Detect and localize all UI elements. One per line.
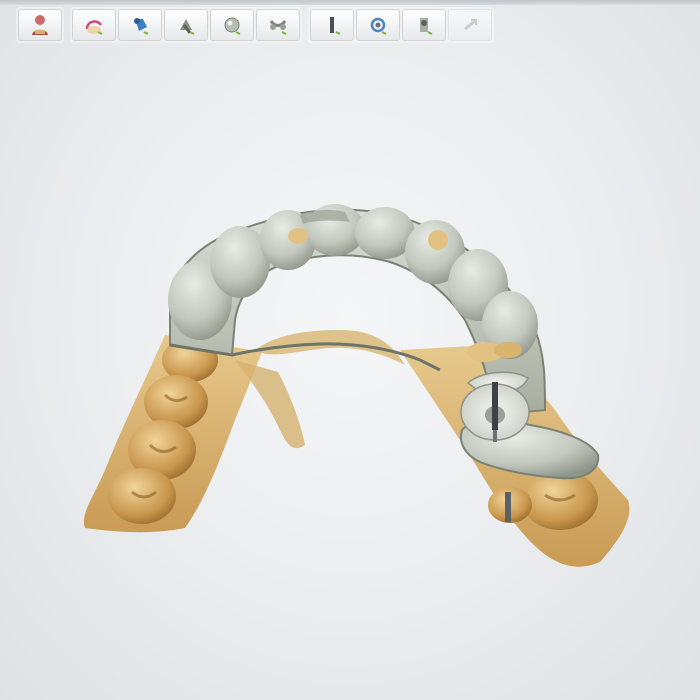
connector-icon bbox=[269, 20, 287, 35]
toolbar bbox=[16, 7, 494, 43]
toolbar-group-design bbox=[70, 7, 302, 43]
toolbar-group-patient bbox=[16, 7, 64, 43]
sculpt-ball-button[interactable] bbox=[210, 9, 254, 41]
left-posterior-scan bbox=[83, 335, 305, 533]
sculpt-ball-icon bbox=[224, 17, 241, 35]
connector-button[interactable] bbox=[256, 9, 300, 41]
screw-channel[interactable] bbox=[460, 371, 530, 442]
screw-channel-icon bbox=[330, 17, 341, 35]
3d-viewport[interactable] bbox=[0, 0, 700, 700]
insertion-direction-icon bbox=[134, 18, 149, 35]
patient-model-icon bbox=[32, 15, 48, 35]
export-icon bbox=[464, 19, 477, 31]
finalize-icon bbox=[420, 18, 433, 35]
adapt-tool-button[interactable] bbox=[164, 9, 208, 41]
adapt-tool-icon bbox=[180, 19, 195, 35]
export-button[interactable] bbox=[448, 9, 492, 41]
dental-3d-model[interactable] bbox=[0, 0, 700, 700]
margin-line-icon bbox=[85, 20, 103, 35]
finalize-button[interactable] bbox=[402, 9, 446, 41]
margin-line-button[interactable] bbox=[72, 9, 116, 41]
rotate-view-icon bbox=[370, 17, 387, 35]
screw-channel-button[interactable] bbox=[310, 9, 354, 41]
patient-model-button[interactable] bbox=[18, 9, 62, 41]
rotate-view-button[interactable] bbox=[356, 9, 400, 41]
insertion-direction-button[interactable] bbox=[118, 9, 162, 41]
toolbar-group-finish bbox=[308, 7, 494, 43]
